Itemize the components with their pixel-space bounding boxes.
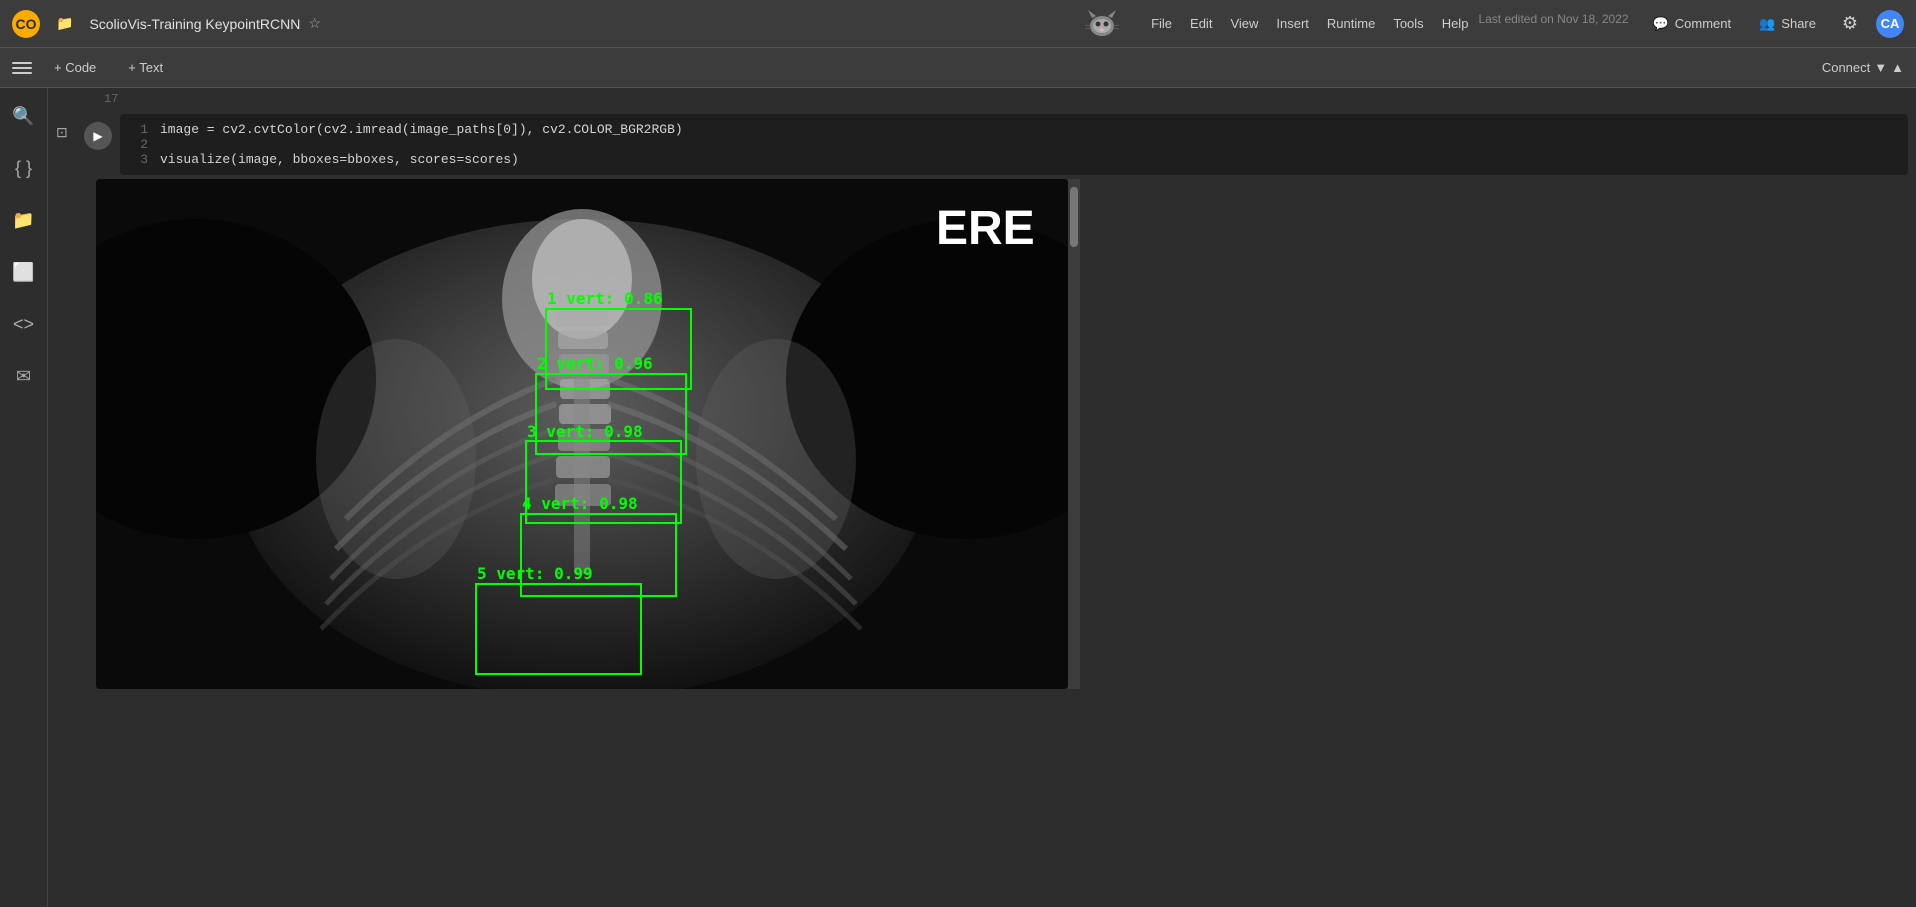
sidebar-mail-icon[interactable]: ✉	[8, 360, 40, 392]
add-code-button[interactable]: + Code	[44, 56, 106, 79]
chevron-down-icon: ▼	[1874, 60, 1887, 75]
menu-file[interactable]: File	[1143, 12, 1180, 35]
svg-text:2 vert: 0.96: 2 vert: 0.96	[537, 354, 653, 373]
prev-cell-line: 17	[48, 88, 1916, 110]
menu-tools[interactable]: Tools	[1385, 12, 1431, 35]
menu-bar: File Edit View Insert Runtime Tools Help…	[1143, 12, 1628, 35]
sidebar-folder-icon[interactable]: 📁	[8, 204, 40, 236]
comment-icon: 💬	[1653, 16, 1669, 32]
add-text-button[interactable]: + Text	[118, 56, 173, 79]
menu-runtime[interactable]: Runtime	[1319, 12, 1383, 35]
code-cell: ⊡ ▶ 1 image = cv2.cvtColor(cv2.imread(im…	[48, 110, 1916, 179]
top-bar: CO 📁 ScolioVis-Training KeypointRCNN ☆ F…	[0, 0, 1916, 48]
hamburger-menu-icon[interactable]	[12, 58, 32, 78]
cat-mascot	[1077, 4, 1127, 44]
menu-edit[interactable]: Edit	[1182, 12, 1220, 35]
svg-text:5 vert: 0.99: 5 vert: 0.99	[477, 564, 593, 583]
code-line-1: 1 image = cv2.cvtColor(cv2.imread(image_…	[132, 122, 1896, 137]
main-layout: 🔍 { } 📁 ⬜ <> ✉ 17 ⊡ ▶ 1 image = cv2.cvtC…	[0, 88, 1916, 907]
notebook-title: ScolioVis-Training KeypointRCNN ☆	[89, 15, 1061, 32]
sidebar: 🔍 { } 📁 ⬜ <> ✉	[0, 88, 48, 907]
chevron-up-icon[interactable]: ▲	[1891, 60, 1904, 75]
drive-icon: 📁	[56, 15, 73, 32]
connect-button[interactable]: Connect ▼ ▲	[1822, 60, 1904, 75]
sidebar-terminal-icon[interactable]: <>	[8, 308, 40, 340]
settings-icon[interactable]: ⚙	[1836, 10, 1864, 38]
sidebar-search-icon[interactable]: 🔍	[8, 100, 40, 132]
sidebar-expand-icon[interactable]: ⬜	[8, 256, 40, 288]
avatar[interactable]: CA	[1876, 10, 1904, 38]
code-line-2: 2	[132, 137, 1896, 152]
cell-output: 1 vert: 0.86 2 vert: 0.96 3 vert: 0.98 4…	[48, 179, 1916, 697]
menu-insert[interactable]: Insert	[1268, 12, 1317, 35]
svg-text:1 vert: 0.86: 1 vert: 0.86	[547, 289, 663, 308]
notebook-title-text: ScolioVis-Training KeypointRCNN	[89, 16, 300, 32]
code-line-3: 3 visualize(image, bboxes=bboxes, scores…	[132, 152, 1896, 167]
star-icon[interactable]: ☆	[308, 15, 321, 32]
cell-expand-icon[interactable]: ⊡	[56, 114, 76, 175]
sidebar-code-icon[interactable]: { }	[8, 152, 40, 184]
xray-visualization: 1 vert: 0.86 2 vert: 0.96 3 vert: 0.98 4…	[96, 179, 1068, 689]
top-right: 💬 Comment 👥 Share ⚙ CA	[1645, 10, 1904, 38]
menu-view[interactable]: View	[1222, 12, 1266, 35]
svg-text:3 vert: 0.98: 3 vert: 0.98	[527, 422, 643, 441]
output-image: 1 vert: 0.86 2 vert: 0.96 3 vert: 0.98 4…	[96, 179, 1068, 689]
svg-text:ERE: ERE	[936, 202, 1035, 255]
svg-text:4 vert: 0.98: 4 vert: 0.98	[522, 494, 638, 513]
share-icon: 👥	[1759, 16, 1775, 32]
secondary-bar: + Code + Text Connect ▼ ▲	[0, 48, 1916, 88]
cell-code-content[interactable]: 1 image = cv2.cvtColor(cv2.imread(image_…	[120, 114, 1908, 175]
menu-help[interactable]: Help	[1434, 12, 1477, 35]
last-edited: Last edited on Nov 18, 2022	[1478, 12, 1628, 35]
colab-logo: CO	[12, 10, 40, 38]
content-area[interactable]: 17 ⊡ ▶ 1 image = cv2.cvtColor(cv2.imread…	[48, 88, 1916, 907]
share-button[interactable]: 👥 Share	[1751, 12, 1824, 36]
vertical-scrollbar[interactable]	[1068, 179, 1080, 689]
comment-button[interactable]: 💬 Comment	[1645, 12, 1740, 36]
scrollbar-thumb[interactable]	[1070, 187, 1078, 247]
run-cell-button[interactable]: ▶	[84, 122, 112, 150]
